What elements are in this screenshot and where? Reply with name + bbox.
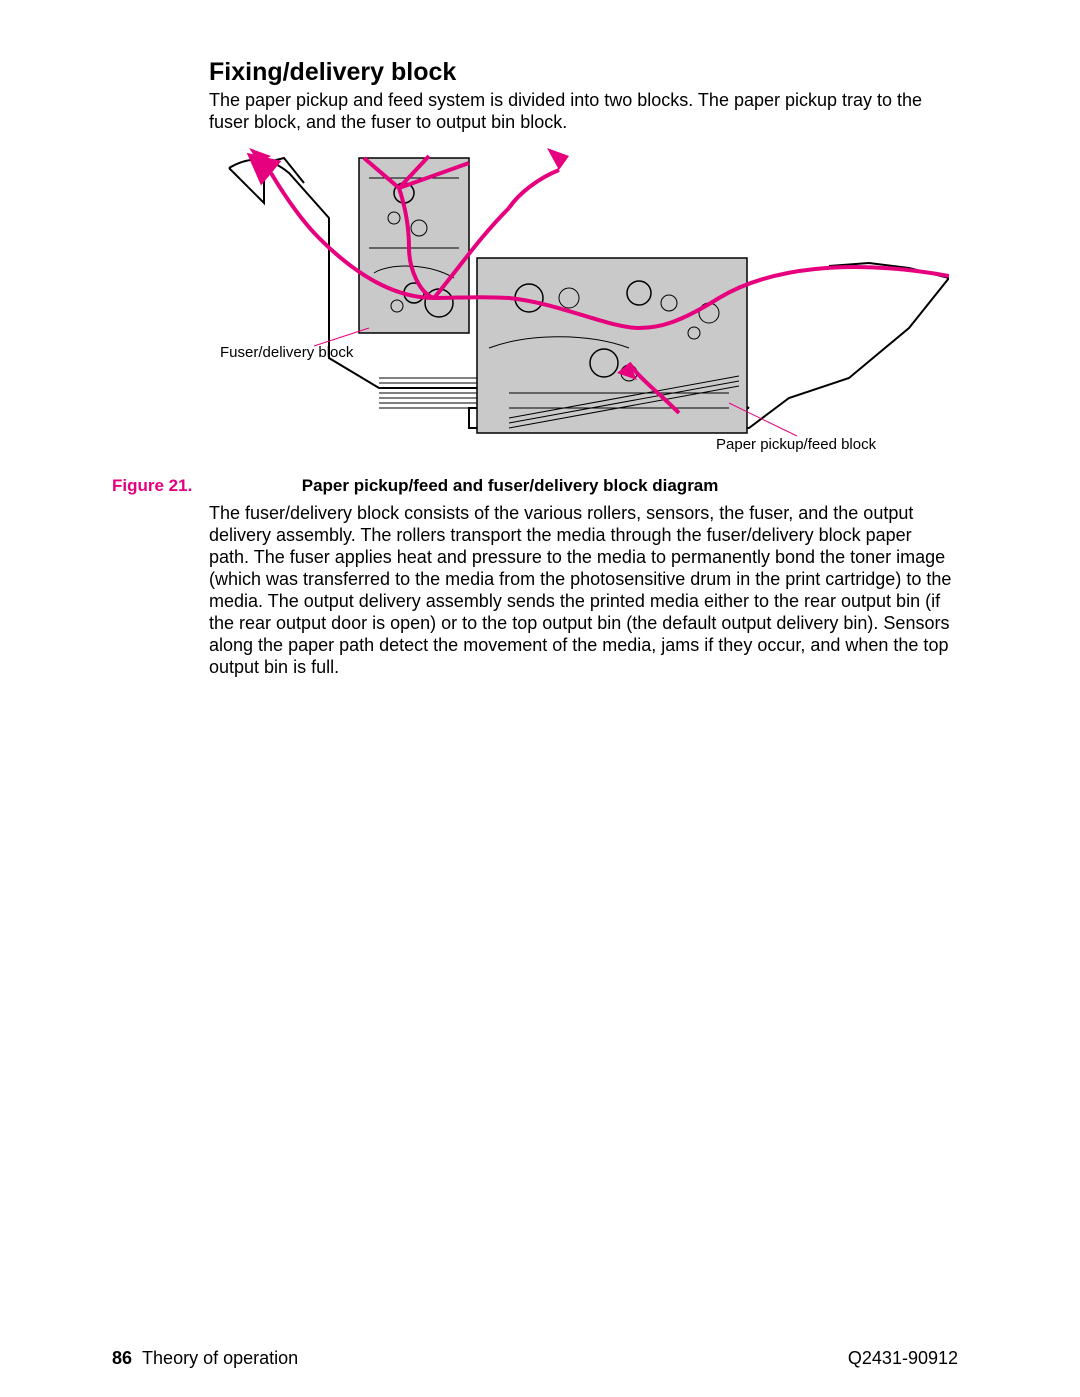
footer-left: 86 Theory of operation bbox=[112, 1348, 298, 1369]
section-heading: Fixing/delivery block bbox=[209, 58, 456, 87]
figure-caption: Paper pickup/feed and fuser/delivery blo… bbox=[302, 476, 719, 496]
fuser-delivery-label: Fuser/delivery block bbox=[220, 344, 353, 361]
printer-diagram-svg bbox=[209, 148, 949, 448]
footer-section: Theory of operation bbox=[142, 1348, 298, 1368]
footer-doc-id: Q2431-90912 bbox=[848, 1348, 958, 1369]
diagram-figure bbox=[209, 148, 949, 468]
page: Fixing/delivery block The paper pickup a… bbox=[0, 0, 1080, 1397]
body-paragraph: The fuser/delivery block consists of the… bbox=[209, 503, 953, 679]
page-number: 86 bbox=[112, 1348, 132, 1368]
paper-pickup-label: Paper pickup/feed block bbox=[716, 436, 876, 453]
figure-caption-row: Figure 21. Paper pickup/feed and fuser/d… bbox=[112, 476, 952, 496]
figure-number: Figure 21. bbox=[112, 476, 297, 496]
intro-paragraph: The paper pickup and feed system is divi… bbox=[209, 90, 949, 134]
